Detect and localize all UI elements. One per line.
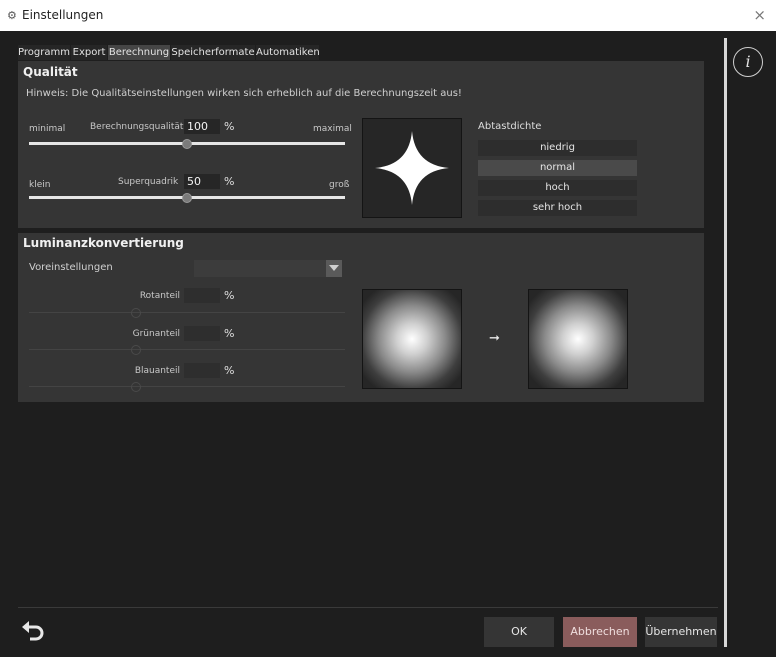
superquadric-value-input[interactable]: 50 [184,174,220,189]
tab-export[interactable]: Export [71,45,107,60]
sampling-option-niedrig[interactable]: niedrig [478,140,637,156]
blue-share-unit: % [224,364,235,377]
quality-hint: Hinweis: Die Qualitätseinstellungen wirk… [26,88,462,99]
undo-icon[interactable] [20,618,48,646]
tab-speicherformate[interactable]: Speicherformate [171,45,255,60]
sampling-option-normal[interactable]: normal [478,160,637,176]
presets-dropdown[interactable] [194,260,342,277]
quality-label: Berechnungsqualität [90,122,184,132]
info-icon[interactable]: i [733,47,763,77]
settings-gears-icon: ⚙ [7,9,17,22]
quality-unit: % [224,120,235,133]
green-share-unit: % [224,327,235,340]
luminance-title: Luminanzkonvertierung [23,236,184,250]
blue-share-input[interactable] [184,363,220,378]
apply-button[interactable]: Übernehmen [645,617,717,647]
arrow-right-icon: ➞ [489,331,500,346]
quality-title: Qualität [23,65,78,79]
luminance-source-preview [362,289,462,389]
presets-label: Voreinstellungen [29,262,113,273]
cancel-button[interactable]: Abbrechen [563,617,637,647]
green-share-label: Grünanteil [132,329,180,339]
blue-share-slider-track[interactable] [29,386,345,387]
bottom-divider [18,607,718,608]
result-gradient [529,290,627,388]
superquadric-preview [362,118,462,218]
quality-max-label: maximal [313,124,352,134]
chevron-down-icon[interactable] [326,260,342,277]
tab-automatiken[interactable]: Automatiken [256,45,320,60]
blue-share-label: Blauanteil [134,366,180,376]
window-title: Einstellungen [22,8,104,22]
green-share-slider-thumb[interactable] [131,345,141,355]
luminance-result-preview [528,289,628,389]
sampling-density-title: Abtastdichte [478,121,542,132]
quality-min-label: minimal [29,124,66,134]
source-gradient [363,290,461,388]
red-share-unit: % [224,289,235,302]
superquadric-star-shape [375,131,449,205]
title-bar: ⚙ Einstellungen × [0,0,776,31]
red-share-slider-track[interactable] [29,312,345,313]
superquadric-slider-thumb[interactable] [182,193,192,203]
blue-share-slider-thumb[interactable] [131,382,141,392]
sampling-option-sehr-hoch[interactable]: sehr hoch [478,200,637,216]
green-share-slider-track[interactable] [29,349,345,350]
quality-slider-thumb[interactable] [182,139,192,149]
red-share-label: Rotanteil [139,291,180,301]
red-share-slider-thumb[interactable] [131,308,141,318]
ok-button[interactable]: OK [484,617,554,647]
superquadric-min-label: klein [29,180,51,190]
superquadric-unit: % [224,175,235,188]
right-divider [724,38,727,647]
red-share-input[interactable] [184,288,220,303]
superquadric-label: Superquadrik [118,177,179,187]
close-icon[interactable]: × [753,6,766,24]
tab-berechnung[interactable]: Berechnung [108,45,170,60]
quality-value-input[interactable]: 100 [184,119,220,134]
green-share-input[interactable] [184,326,220,341]
superquadric-max-label: groß [329,180,350,190]
sampling-option-hoch[interactable]: hoch [478,180,637,196]
tab-programm[interactable]: Programm [18,45,70,60]
